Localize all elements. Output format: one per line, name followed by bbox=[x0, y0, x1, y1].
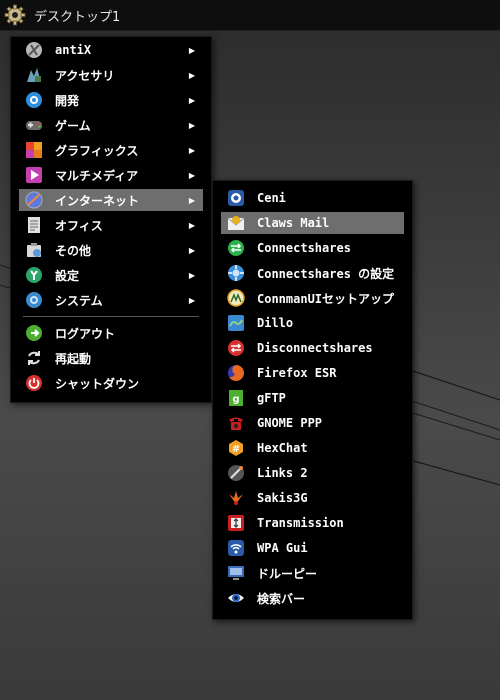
logout-icon bbox=[26, 325, 42, 341]
submenu-arrow: ▶ bbox=[188, 70, 195, 80]
monitor-icon bbox=[228, 566, 244, 580]
connectshares-icon bbox=[228, 240, 244, 256]
svg-text:#: # bbox=[232, 444, 240, 455]
gftp-icon: g bbox=[229, 390, 243, 406]
connectshares-settings-icon bbox=[228, 265, 244, 281]
internet-icon bbox=[25, 191, 43, 209]
menu-item-dillo[interactable]: Dillo bbox=[221, 312, 404, 334]
menu-item-droopy[interactable]: ドルーピー bbox=[221, 562, 404, 584]
menu-item-antix[interactable]: antiX ▶ bbox=[19, 39, 203, 61]
menu-item-development[interactable]: 開発 ▶ bbox=[19, 89, 203, 111]
phone-icon bbox=[229, 417, 243, 430]
svg-text:g: g bbox=[232, 394, 239, 405]
system-icon bbox=[26, 292, 42, 308]
menu-item-wpa-gui[interactable]: WPA Gui bbox=[221, 537, 404, 559]
submenu-arrow: ▶ bbox=[188, 270, 195, 280]
settings-icon bbox=[26, 267, 42, 283]
menu-item-system[interactable]: システム ▶ bbox=[19, 289, 203, 311]
menu-item-links2[interactable]: Links 2 bbox=[221, 462, 404, 484]
menu-item-accessories[interactable]: アクセサリ ▶ bbox=[19, 64, 203, 86]
menu-item-hexchat[interactable]: # HexChat bbox=[221, 437, 404, 459]
main-menu: antiX ▶ アクセサリ ▶ 開発 ▶ ゲーム ▶ グラフィックス ▶ マルチ… bbox=[10, 36, 212, 403]
gear-icon[interactable] bbox=[4, 4, 26, 26]
transmission-icon bbox=[228, 515, 244, 531]
menu-item-games[interactable]: ゲーム ▶ bbox=[19, 114, 203, 136]
submenu-arrow: ▶ bbox=[188, 170, 195, 180]
menu-item-sakis3g[interactable]: Sakis3G bbox=[221, 487, 404, 509]
submenu-arrow: ▶ bbox=[188, 145, 195, 155]
menu-item-office[interactable]: オフィス ▶ bbox=[19, 214, 203, 236]
menu-item-connman[interactable]: ConnmanUIセットアップ bbox=[221, 287, 404, 309]
wifi-icon bbox=[228, 540, 244, 556]
menu-item-shutdown[interactable]: シャットダウン bbox=[19, 372, 203, 394]
taskbar: デスクトップ1 bbox=[0, 0, 500, 31]
desktop-title: デスクトップ1 bbox=[34, 9, 121, 25]
sakis3g-icon bbox=[229, 491, 243, 505]
internet-submenu: Ceni Claws Mail Connectshares Connectsha… bbox=[212, 180, 413, 620]
office-icon bbox=[28, 217, 40, 233]
menu-item-logout[interactable]: ログアウト bbox=[19, 322, 203, 344]
dillo-icon bbox=[228, 315, 244, 331]
hexchat-icon: # bbox=[229, 440, 243, 456]
graphics-icon bbox=[26, 142, 42, 158]
menu-item-ceni[interactable]: Ceni bbox=[221, 187, 404, 209]
claws-mail-icon bbox=[227, 216, 245, 230]
submenu-arrow: ▶ bbox=[188, 295, 195, 305]
menu-item-search-bar[interactable]: 検索バー bbox=[221, 587, 404, 609]
antix-icon bbox=[26, 42, 42, 58]
submenu-arrow: ▶ bbox=[188, 120, 195, 130]
firefox-icon bbox=[228, 365, 244, 381]
menu-item-multimedia[interactable]: マルチメディア ▶ bbox=[19, 164, 203, 186]
menu-item-restart[interactable]: 再起動 bbox=[19, 347, 203, 369]
menu-item-transmission[interactable]: Transmission bbox=[221, 512, 404, 534]
gamepad-icon bbox=[26, 121, 42, 130]
restart-icon bbox=[28, 351, 40, 365]
submenu-arrow: ▶ bbox=[188, 195, 195, 205]
menu-item-claws-mail[interactable]: Claws Mail bbox=[221, 212, 404, 234]
menu-separator bbox=[23, 316, 199, 317]
submenu-arrow: ▶ bbox=[188, 220, 195, 230]
menu-item-gftp[interactable]: g gFTP bbox=[221, 387, 404, 409]
disconnectshares-icon bbox=[228, 340, 244, 356]
shutdown-icon bbox=[26, 375, 42, 391]
links-icon bbox=[228, 465, 244, 481]
menu-item-connectshares[interactable]: Connectshares bbox=[221, 237, 404, 259]
submenu-arrow: ▶ bbox=[188, 45, 195, 55]
menu-item-other[interactable]: その他 ▶ bbox=[19, 239, 203, 261]
ceni-icon bbox=[228, 190, 244, 206]
submenu-arrow: ▶ bbox=[188, 245, 195, 255]
multimedia-icon bbox=[26, 167, 42, 183]
menu-item-internet[interactable]: インターネット ▶ bbox=[19, 189, 203, 211]
development-icon bbox=[26, 92, 42, 108]
eye-icon bbox=[228, 594, 244, 602]
menu-item-gnome-ppp[interactable]: GNOME PPP bbox=[221, 412, 404, 434]
menu-item-settings[interactable]: 設定 ▶ bbox=[19, 264, 203, 286]
connman-icon bbox=[227, 289, 245, 307]
other-icon bbox=[27, 243, 41, 257]
submenu-arrow: ▶ bbox=[188, 95, 195, 105]
menu-item-firefox[interactable]: Firefox ESR bbox=[221, 362, 404, 384]
accessories-icon bbox=[27, 68, 41, 82]
menu-item-connectshares-settings[interactable]: Connectshares の設定 bbox=[221, 262, 404, 284]
menu-item-disconnectshares[interactable]: Disconnectshares bbox=[221, 337, 404, 359]
menu-item-graphics[interactable]: グラフィックス ▶ bbox=[19, 139, 203, 161]
